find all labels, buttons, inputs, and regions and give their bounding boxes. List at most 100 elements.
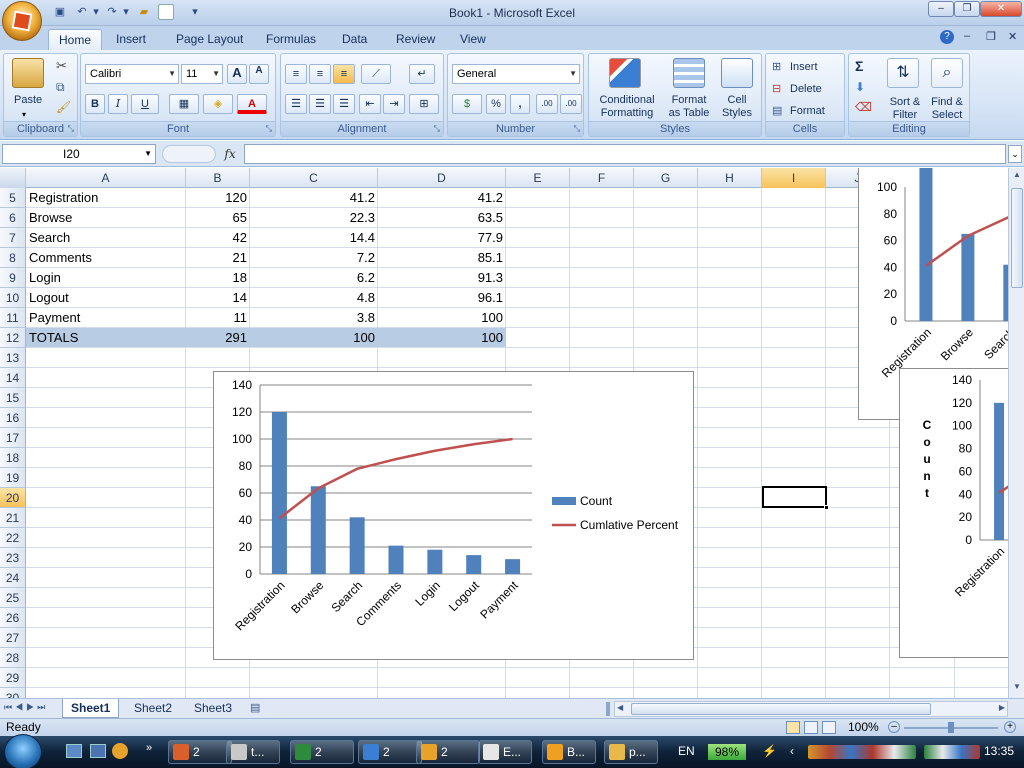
cell-d9[interactable]: 91.3 xyxy=(378,268,506,288)
page-layout-view-icon[interactable] xyxy=(804,721,818,734)
scroll-left-icon[interactable]: ◀ xyxy=(617,703,623,712)
cell-c6[interactable]: 22.3 xyxy=(250,208,378,228)
copy-icon[interactable]: ⧉ xyxy=(56,80,65,95)
ribbon-minimize-icon[interactable]: – xyxy=(964,30,970,42)
row-header-7[interactable]: 7 xyxy=(0,228,26,248)
start-button[interactable] xyxy=(4,734,42,768)
tab-split-handle[interactable] xyxy=(606,702,610,716)
row-header-29[interactable]: 29 xyxy=(0,668,26,688)
format-cells-button[interactable]: Format xyxy=(790,105,825,118)
cell-styles-button[interactable]: Cell Styles xyxy=(715,94,759,120)
zoom-slider-thumb[interactable] xyxy=(948,722,954,733)
taskbar-item[interactable]: t... xyxy=(226,740,280,764)
taskbar-item[interactable]: 2 xyxy=(290,740,354,764)
font-launcher-icon[interactable]: ⤡ xyxy=(266,124,272,134)
increase-decimal-button[interactable]: .00 xyxy=(536,94,558,114)
restore-button[interactable]: ❐ xyxy=(954,1,980,17)
name-box[interactable]: I20 ▼ xyxy=(2,144,156,164)
row-header-18[interactable]: 18 xyxy=(0,448,26,468)
currency-icon[interactable]: $ xyxy=(452,94,482,114)
column-header-c[interactable]: C xyxy=(250,168,378,188)
align-center-icon[interactable]: ☰ xyxy=(309,94,331,114)
column-header-f[interactable]: F xyxy=(570,168,634,188)
pareto-chart[interactable]: 0 20 40 60 80 100 120 140 Registration Browse Sear… xyxy=(213,371,694,660)
row-header-5[interactable]: 5 xyxy=(0,188,26,208)
workbook-close-icon[interactable]: ✕ xyxy=(1008,30,1017,43)
minimize-button[interactable]: – xyxy=(928,1,954,17)
row-header-30[interactable]: 30 xyxy=(0,688,26,698)
align-left-icon[interactable]: ☰ xyxy=(285,94,307,114)
grow-font-button[interactable]: A xyxy=(227,64,247,84)
tray-expand-icon[interactable]: ‹ xyxy=(790,744,794,758)
decrease-indent-icon[interactable]: ⇤ xyxy=(359,94,381,114)
tray-icons[interactable] xyxy=(808,745,916,759)
cell-b7[interactable]: 42 xyxy=(186,228,250,248)
tab-view[interactable]: View xyxy=(450,29,496,50)
paste-button[interactable]: Paste xyxy=(14,94,42,107)
sheet-navigation-icons[interactable]: ⏮◀▶⏭ xyxy=(4,702,48,713)
battery-indicator[interactable]: 98% xyxy=(708,744,746,760)
cell-d12[interactable]: 100 xyxy=(378,328,506,348)
taskbar-item[interactable]: 2 xyxy=(168,740,232,764)
worksheet-grid[interactable]: ABCDEFGHIJKL 567891011121314151617181920… xyxy=(0,168,1008,698)
borders-icon[interactable]: ▦ xyxy=(169,94,199,114)
sort-filter-button[interactable]: Sort & Filter xyxy=(885,96,925,122)
align-bottom-icon[interactable]: ≡ xyxy=(333,64,355,84)
cell-b9[interactable]: 18 xyxy=(186,268,250,288)
cell-a12[interactable]: TOTALS xyxy=(26,328,186,348)
row-header-28[interactable]: 28 xyxy=(0,648,26,668)
decrease-decimal-button[interactable]: .00 xyxy=(560,94,582,114)
row-header-16[interactable]: 16 xyxy=(0,408,26,428)
cell-styles-icon[interactable] xyxy=(721,58,753,88)
paste-icon[interactable] xyxy=(12,58,44,88)
row-header-21[interactable]: 21 xyxy=(0,508,26,528)
insert-sheet-icon[interactable]: ▤ xyxy=(250,701,260,714)
cell-c5[interactable]: 41.2 xyxy=(250,188,378,208)
orientation-icon[interactable]: ⟋ xyxy=(361,64,391,84)
align-top-icon[interactable]: ≡ xyxy=(285,64,307,84)
select-all-button[interactable] xyxy=(0,168,26,188)
row-header-24[interactable]: 24 xyxy=(0,568,26,588)
row-header-22[interactable]: 22 xyxy=(0,528,26,548)
delete-cells-button[interactable]: Delete xyxy=(790,83,822,96)
active-cell-i20[interactable] xyxy=(762,486,829,510)
cell-a5[interactable]: Registration xyxy=(26,188,186,208)
row-header-11[interactable]: 11 xyxy=(0,308,26,328)
cell-a11[interactable]: Payment xyxy=(26,308,186,328)
taskbar-item[interactable]: B... xyxy=(542,740,596,764)
tab-page-layout[interactable]: Page Layout xyxy=(166,29,253,50)
cell-a9[interactable]: Login xyxy=(26,268,186,288)
number-format-combo[interactable]: General ▼ xyxy=(452,64,580,84)
ribbon-restore-icon[interactable]: ❐ xyxy=(986,30,996,43)
increase-indent-icon[interactable]: ⇥ xyxy=(383,94,405,114)
column-header-e[interactable]: E xyxy=(506,168,570,188)
font-name-combo[interactable]: Calibri ▼ xyxy=(85,64,179,84)
office-button[interactable] xyxy=(2,1,42,41)
horizontal-scroll-thumb[interactable] xyxy=(631,703,931,715)
row-header-12[interactable]: 12 xyxy=(0,328,26,348)
format-as-table-icon[interactable] xyxy=(673,58,705,88)
cell-c7[interactable]: 14.4 xyxy=(250,228,378,248)
cell-a10[interactable]: Logout xyxy=(26,288,186,308)
network-icon[interactable]: ⚡ xyxy=(762,744,777,758)
cell-a7[interactable]: Search xyxy=(26,228,186,248)
sheet-tab-1[interactable]: Sheet1 xyxy=(62,699,120,718)
taskbar-item[interactable]: E... xyxy=(478,740,532,764)
wrap-text-icon[interactable]: ↵ xyxy=(409,64,435,84)
vertical-scroll-thumb[interactable] xyxy=(1011,188,1023,288)
column-header-b[interactable]: B xyxy=(186,168,250,188)
cell-d5[interactable]: 41.2 xyxy=(378,188,506,208)
fill-icon[interactable]: ⬇ xyxy=(855,80,865,94)
quicklaunch-browser-icon[interactable] xyxy=(112,743,128,759)
row-header-23[interactable]: 23 xyxy=(0,548,26,568)
underline-button[interactable]: U xyxy=(131,94,159,114)
vertical-scrollbar[interactable]: ▲ ▼ xyxy=(1008,168,1024,698)
chart-copy-2[interactable]: 020406080100120140RegistrationBrowseCoun… xyxy=(899,368,1008,658)
cell-b5[interactable]: 120 xyxy=(186,188,250,208)
row-header-26[interactable]: 26 xyxy=(0,608,26,628)
tab-home[interactable]: Home xyxy=(48,29,103,50)
normal-view-icon[interactable] xyxy=(786,721,800,734)
expand-formula-bar-icon[interactable]: ⌄ xyxy=(1008,145,1022,163)
quicklaunch-more-icon[interactable]: » xyxy=(146,742,152,754)
cell-b10[interactable]: 14 xyxy=(186,288,250,308)
